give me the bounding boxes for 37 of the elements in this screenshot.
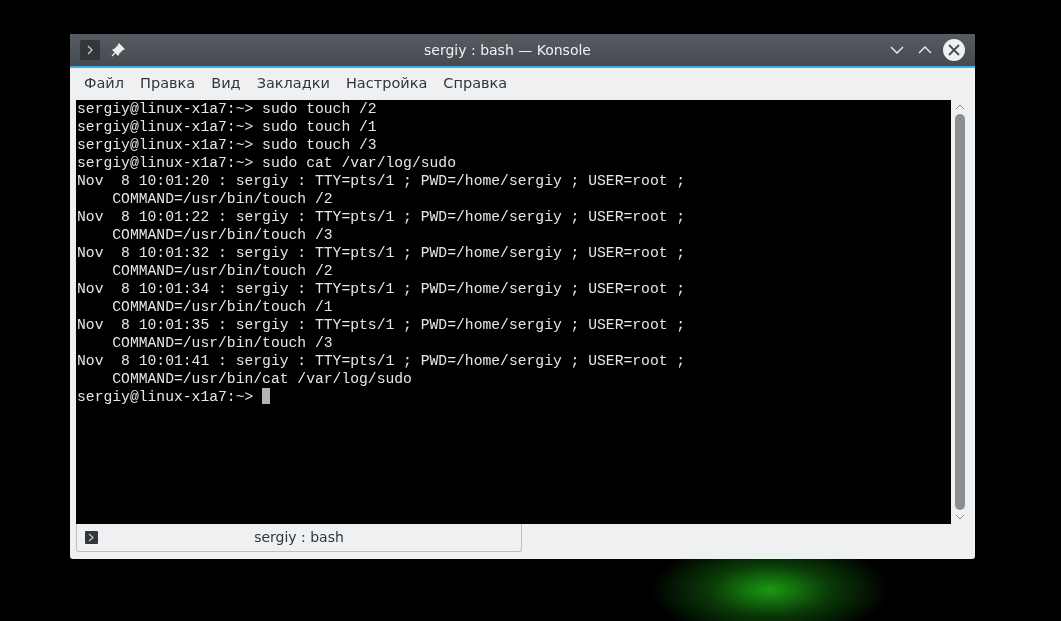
terminal-line: Nov 8 10:01:35 : sergiy : TTY=pts/1 ; PWD=/home/sergiy ; USER=root ; [77, 317, 686, 333]
menu-item[interactable]: Файл [76, 73, 133, 95]
tab-label: sergiy : bash [253, 528, 345, 547]
terminal-line: sergiy@linux-x1a7:~> [77, 389, 255, 405]
chevron-up-icon [918, 45, 932, 55]
terminal-line: Nov 8 10:01:22 : sergiy : TTY=pts/1 ; PWD=/home/sergiy ; USER=root ; [77, 209, 686, 225]
terminal-line: COMMAND=/usr/bin/touch /1 [111, 299, 333, 315]
menu-item[interactable]: Закладки [248, 73, 338, 95]
terminal-icon [85, 531, 98, 544]
terminal-line: COMMAND=/usr/bin/cat /var/log/sudo [111, 371, 412, 387]
menu-button[interactable] [80, 40, 100, 60]
terminal-line: COMMAND=/usr/bin/touch /3 [111, 335, 333, 351]
terminal-line: sergiy@linux-x1a7:~> sudo touch /2 [77, 101, 377, 117]
session-tab[interactable]: sergiy : bash [76, 524, 522, 552]
scroll-down-icon[interactable] [955, 514, 965, 520]
terminal-line: Nov 8 10:01:32 : sergiy : TTY=pts/1 ; PWD=/home/sergiy ; USER=root ; [77, 245, 686, 261]
scroll-up-icon[interactable] [955, 104, 965, 110]
terminal-line: Nov 8 10:01:20 : sergiy : TTY=pts/1 ; PWD=/home/sergiy ; USER=root ; [77, 173, 686, 189]
close-icon [948, 44, 960, 56]
pin-icon [111, 43, 125, 57]
menu-item[interactable]: Справка [435, 73, 516, 95]
terminal-line: COMMAND=/usr/bin/touch /2 [111, 263, 333, 279]
terminal-line: sergiy@linux-x1a7:~> sudo cat /var/log/sudo [77, 155, 456, 171]
menu-item[interactable]: Настройка [337, 73, 436, 95]
close-button[interactable] [943, 39, 965, 61]
terminal-line: Nov 8 10:01:34 : sergiy : TTY=pts/1 ; PWD=/home/sergiy ; USER=root ; [77, 281, 686, 297]
terminal-line: Nov 8 10:01:41 : sergiy : TTY=pts/1 ; PWD=/home/sergiy ; USER=root ; [77, 353, 686, 369]
terminal-line: sergiy@linux-x1a7:~> sudo touch /3 [77, 137, 377, 153]
window-title: sergiy : bash — Konsole [424, 41, 591, 58]
terminal-line: sergiy@linux-x1a7:~> sudo touch /1 [77, 119, 377, 135]
chevron-down-icon [890, 45, 904, 55]
chevron-right-icon [85, 45, 95, 55]
menu-item[interactable]: Правка [132, 73, 204, 95]
menu-item[interactable]: Вид [203, 73, 249, 95]
terminal-area[interactable] [76, 100, 951, 524]
terminal-line: COMMAND=/usr/bin/touch /3 [111, 227, 333, 243]
terminal-line: COMMAND=/usr/bin/touch /2 [111, 191, 333, 207]
